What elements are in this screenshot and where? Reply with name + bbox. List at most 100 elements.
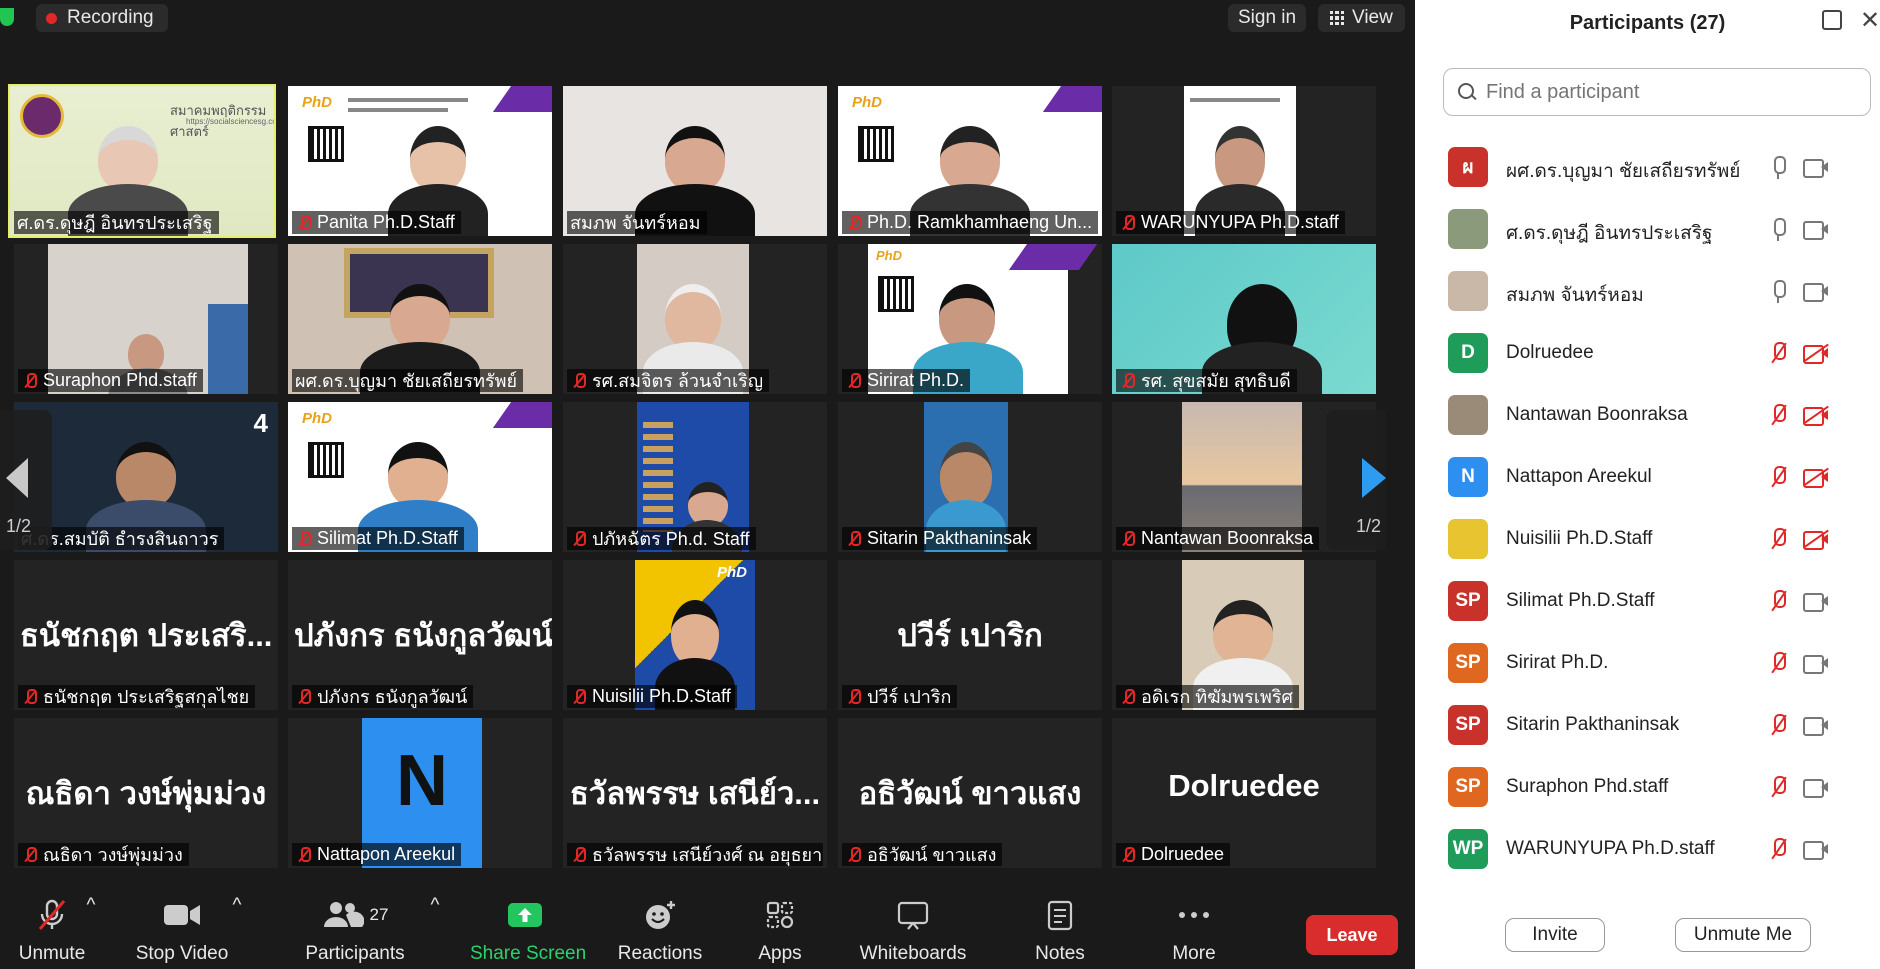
video-tile[interactable]: Suraphon Phd.staff — [14, 244, 278, 394]
previous-page-button[interactable]: 1/2 — [0, 410, 52, 550]
video-tile[interactable]: อธิวัฒน์ ขาวแสง อธิวัฒน์ ขาวแสง — [838, 718, 1102, 868]
participant-row[interactable]: ผ ผศ.ดร.บุญมา ชัยเสถียรทรัพย์ — [1415, 136, 1880, 198]
participant-row[interactable]: Nantawan Boonraksa — [1415, 384, 1880, 446]
muted-mic-icon[interactable] — [1767, 464, 1789, 490]
video-tile[interactable]: WARUNYUPA Ph.D.staff — [1112, 86, 1376, 236]
video-tile[interactable]: สมาคมพฤติกรรมศาสตร์ https://socialscienc… — [8, 84, 276, 238]
muted-mic-icon[interactable] — [1767, 712, 1789, 738]
recording-label: Recording — [67, 7, 154, 28]
video-tile[interactable]: ปภังกร ธนังกูลวัฒน์ ปภังกร ธนังกูลวัฒน์ — [288, 560, 552, 710]
participant-row[interactable]: SP Sitarin Pakthaninsak — [1415, 694, 1880, 756]
video-tile[interactable]: PhD Panita Ph.D.Staff — [288, 86, 552, 236]
muted-mic-icon[interactable] — [1767, 588, 1789, 614]
video-options-caret[interactable]: ^ — [230, 895, 244, 969]
sign-in-button[interactable]: Sign in — [1228, 4, 1307, 32]
tile-name-label: อดิเรก ทิฆัมพรเพริศ — [1116, 685, 1299, 708]
tile-name-label: Suraphon Phd.staff — [18, 369, 203, 392]
video-tile[interactable]: ณธิดา วงษ์พุ่มม่วง ณธิดา วงษ์พุ่มม่วง — [14, 718, 278, 868]
video-off-icon[interactable] — [1803, 405, 1829, 426]
popout-icon[interactable] — [1822, 10, 1842, 30]
muted-mic-icon[interactable] — [1767, 836, 1789, 862]
video-tile[interactable]: อดิเรก ทิฆัมพรเพริศ — [1112, 560, 1376, 710]
video-tile[interactable]: รศ. สุขสมัย สุทธิบดี — [1112, 244, 1376, 394]
avatar — [1448, 209, 1488, 249]
tile-name-label: Nuisilii Ph.D.Staff — [567, 685, 737, 708]
search-input[interactable] — [1486, 80, 1846, 104]
video-off-icon[interactable] — [1803, 467, 1829, 488]
share-screen-button[interactable]: Share Screen — [470, 895, 586, 969]
video-camera-icon[interactable] — [1803, 716, 1829, 736]
video-tile[interactable]: PhD Silimat Ph.D.Staff — [288, 402, 552, 552]
next-page-button[interactable]: 1/2 — [1326, 410, 1386, 550]
security-shield-icon[interactable] — [0, 8, 14, 26]
tile-name-label: Ph.D. Ramkhamhaeng Un... — [842, 211, 1098, 234]
view-button[interactable]: View — [1318, 4, 1405, 32]
participant-row[interactable]: WP WARUNYUPA Ph.D.staff — [1415, 818, 1880, 880]
video-tile[interactable]: 4 ศ.ดร.สมบัติ ธำรงสินถาวร — [14, 402, 278, 552]
page-indicator-right: 1/2 — [1356, 516, 1382, 536]
video-camera-icon[interactable] — [1803, 592, 1829, 612]
tile-display-name: Dolruedee — [1168, 768, 1320, 803]
unmute-me-button[interactable]: Unmute Me — [1675, 918, 1811, 952]
close-icon[interactable]: ✕ — [1860, 6, 1880, 34]
participants-options-caret[interactable]: ^ — [428, 895, 442, 969]
video-tile[interactable]: รศ.สมจิตร ล้วนจำเริญ — [563, 244, 827, 394]
video-tile[interactable]: ปภัหฉัตร Ph.d. Staff — [563, 402, 827, 552]
participants-button[interactable]: 27 Participants — [300, 895, 410, 969]
unmute-button[interactable]: Unmute — [12, 895, 92, 969]
video-tile[interactable]: PhD Nuisilii Ph.D.Staff — [563, 560, 827, 710]
video-camera-icon[interactable] — [1803, 158, 1829, 178]
video-tile[interactable]: Dolruedee Dolruedee — [1112, 718, 1376, 868]
participants-list[interactable]: ผ ผศ.ดร.บุญมา ชัยเสถียรทรัพย์ ศ.ดร.ดุษฎี อ… — [1415, 136, 1880, 896]
participant-search[interactable] — [1443, 68, 1871, 116]
muted-mic-icon[interactable] — [1767, 526, 1789, 552]
recording-indicator[interactable]: Recording — [36, 4, 168, 32]
whiteboards-button[interactable]: Whiteboards — [858, 895, 968, 969]
microphone-icon[interactable] — [1767, 216, 1789, 242]
video-tile[interactable]: Sitarin Pakthaninsak — [838, 402, 1102, 552]
video-off-icon[interactable] — [1803, 529, 1829, 550]
leave-button[interactable]: Leave — [1306, 915, 1398, 955]
invite-button[interactable]: Invite — [1505, 918, 1605, 952]
muted-mic-icon — [21, 846, 39, 864]
avatar — [1448, 519, 1488, 559]
video-tile[interactable]: ปวีร์ เปาริก ปวีร์ เปาริก — [838, 560, 1102, 710]
video-camera-icon[interactable] — [1803, 220, 1829, 240]
participant-row[interactable]: ศ.ดร.ดุษฎี อินทรประเสริฐ — [1415, 198, 1880, 260]
audio-options-caret[interactable]: ^ — [84, 895, 98, 969]
participant-row[interactable]: SP Silimat Ph.D.Staff — [1415, 570, 1880, 632]
video-tile[interactable]: PhD Sirirat Ph.D. — [838, 244, 1102, 394]
video-camera-icon[interactable] — [1803, 840, 1829, 860]
microphone-icon[interactable] — [1767, 278, 1789, 304]
stop-video-button[interactable]: Stop Video — [132, 895, 232, 969]
video-tile[interactable]: PhD Ph.D. Ramkhamhaeng Un... — [838, 86, 1102, 236]
video-camera-icon[interactable] — [1803, 654, 1829, 674]
video-tile[interactable]: สมภพ จันทร์หอม — [563, 86, 827, 236]
participant-row[interactable]: Nuisilii Ph.D.Staff — [1415, 508, 1880, 570]
muted-mic-icon[interactable] — [1767, 774, 1789, 800]
participant-row[interactable]: SP Suraphon Phd.staff — [1415, 756, 1880, 818]
notes-button[interactable]: Notes — [1028, 895, 1092, 969]
whiteboard-icon — [897, 901, 929, 930]
video-tile[interactable]: ธนัชกฤต ประเสริ... ธนัชกฤต ประเสริฐสกุลไ… — [14, 560, 278, 710]
muted-mic-icon[interactable] — [1767, 340, 1789, 366]
participant-row[interactable]: N Nattapon Areekul — [1415, 446, 1880, 508]
more-button[interactable]: More — [1162, 895, 1226, 969]
participant-row[interactable]: D Dolruedee — [1415, 322, 1880, 384]
apps-button[interactable]: Apps — [748, 895, 812, 969]
participant-row[interactable]: SP Sirirat Ph.D. — [1415, 632, 1880, 694]
video-tile[interactable]: ผศ.ดร.บุญมา ชัยเสถียรทรัพย์ — [288, 244, 552, 394]
video-camera-icon[interactable] — [1803, 778, 1829, 798]
participant-row[interactable]: สมภพ จันทร์หอม — [1415, 260, 1880, 322]
video-camera-icon[interactable] — [1803, 282, 1829, 302]
reactions-button[interactable]: Reactions — [612, 895, 708, 969]
muted-mic-icon[interactable] — [1767, 650, 1789, 676]
microphone-icon[interactable] — [1767, 154, 1789, 180]
participant-name: Suraphon Phd.staff — [1506, 776, 1669, 797]
muted-mic-icon — [570, 688, 588, 706]
video-tile[interactable]: N Nattapon Areekul — [288, 718, 552, 868]
video-tile[interactable]: ธวัลพรรษ เสนีย์ว... ธวัลพรรษ เสนีย์วงศ์ … — [563, 718, 827, 868]
video-off-icon[interactable] — [1803, 343, 1829, 364]
muted-mic-icon[interactable] — [1767, 402, 1789, 428]
muted-mic-icon — [845, 688, 863, 706]
